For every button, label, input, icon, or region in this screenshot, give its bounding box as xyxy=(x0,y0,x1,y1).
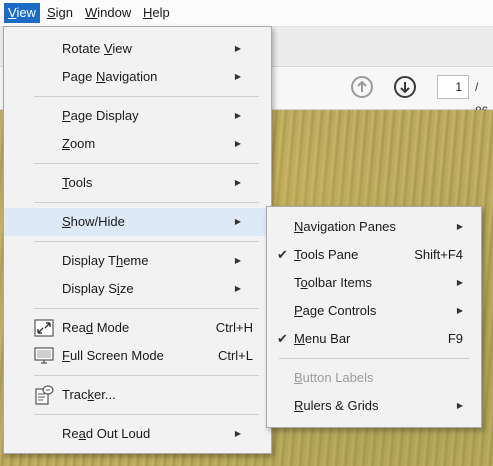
menu-separator xyxy=(34,202,259,203)
read-mode-icon xyxy=(34,319,54,337)
submenu-arrow-icon: ▶ xyxy=(234,217,241,226)
submenu-arrow-icon: ▶ xyxy=(456,278,463,287)
menu-item-page-controls[interactable]: Page Controls ▶ xyxy=(267,297,481,325)
submenu-arrow-icon: ▶ xyxy=(234,284,241,293)
menu-separator xyxy=(279,358,469,359)
menu-item-tools-pane[interactable]: ✔ Tools Pane Shift+F4 xyxy=(267,241,481,269)
next-page-button[interactable] xyxy=(394,76,416,98)
page-number-input[interactable]: 1 xyxy=(437,75,469,99)
submenu-arrow-icon: ▶ xyxy=(234,178,241,187)
previous-page-button[interactable] xyxy=(351,76,373,98)
menu-item-zoom[interactable]: Zoom ▶ xyxy=(4,130,271,158)
menu-item-tools[interactable]: Tools ▶ xyxy=(4,169,271,197)
menu-separator xyxy=(34,96,259,97)
show-hide-submenu: Navigation Panes ▶ ✔ Tools Pane Shift+F4 T… xyxy=(266,206,482,428)
submenu-arrow-icon: ▶ xyxy=(234,44,241,53)
view-menu: Rotate View ▶ Page Navigation ▶ Page Displ… xyxy=(3,26,272,454)
menu-item-rulers-grids[interactable]: Rulers & Grids ▶ xyxy=(267,392,481,420)
menu-item-tracker[interactable]: Tracker... xyxy=(4,381,271,409)
menu-separator xyxy=(34,308,259,309)
submenu-arrow-icon: ▶ xyxy=(456,222,463,231)
submenu-arrow-icon: ▶ xyxy=(456,306,463,315)
menu-item-read-out-loud[interactable]: Read Out Loud ▶ xyxy=(4,420,271,448)
menu-separator xyxy=(34,241,259,242)
menu-item-menu-bar[interactable]: ✔ Menu Bar F9 xyxy=(267,325,481,353)
menu-item-page-navigation[interactable]: Page Navigation ▶ xyxy=(4,63,271,91)
checkmark-icon: ✔ xyxy=(277,247,288,262)
menu-view[interactable]: View xyxy=(4,3,40,23)
arrow-down-icon xyxy=(400,82,410,94)
submenu-arrow-icon: ▶ xyxy=(456,401,463,410)
menu-item-read-mode[interactable]: Read Mode Ctrl+H xyxy=(4,314,271,342)
menu-item-button-labels: Button Labels xyxy=(294,370,374,385)
arrow-up-icon xyxy=(357,80,367,92)
menu-help[interactable]: Help xyxy=(139,3,174,23)
checkmark-icon: ✔ xyxy=(277,331,288,346)
full-screen-icon xyxy=(34,347,54,364)
menu-item-navigation-panes[interactable]: Navigation Panes ▶ xyxy=(267,213,481,241)
menu-separator xyxy=(34,414,259,415)
menu-separator xyxy=(34,375,259,376)
submenu-arrow-icon: ▶ xyxy=(234,139,241,148)
menu-bar: View Sign Window Help xyxy=(0,0,493,27)
menu-item-show-hide[interactable]: Show/Hide ▶ xyxy=(4,208,271,236)
menu-window[interactable]: Window xyxy=(81,3,135,23)
submenu-arrow-icon: ▶ xyxy=(234,429,241,438)
menu-sign[interactable]: Sign xyxy=(43,3,77,23)
submenu-arrow-icon: ▶ xyxy=(234,72,241,81)
menu-item-full-screen-mode[interactable]: Full Screen Mode Ctrl+L xyxy=(4,342,271,370)
tracker-icon xyxy=(35,385,54,405)
menu-separator xyxy=(34,163,259,164)
menu-item-display-size[interactable]: Display Size ▶ xyxy=(4,275,271,303)
menu-item-toolbar-items[interactable]: Toolbar Items ▶ xyxy=(267,269,481,297)
menu-item-display-theme[interactable]: Display Theme ▶ xyxy=(4,247,271,275)
submenu-arrow-icon: ▶ xyxy=(234,111,241,120)
submenu-arrow-icon: ▶ xyxy=(234,256,241,265)
menu-item-rotate-view[interactable]: Rotate View ▶ xyxy=(4,35,271,63)
menu-item-page-display[interactable]: Page Display ▶ xyxy=(4,102,271,130)
